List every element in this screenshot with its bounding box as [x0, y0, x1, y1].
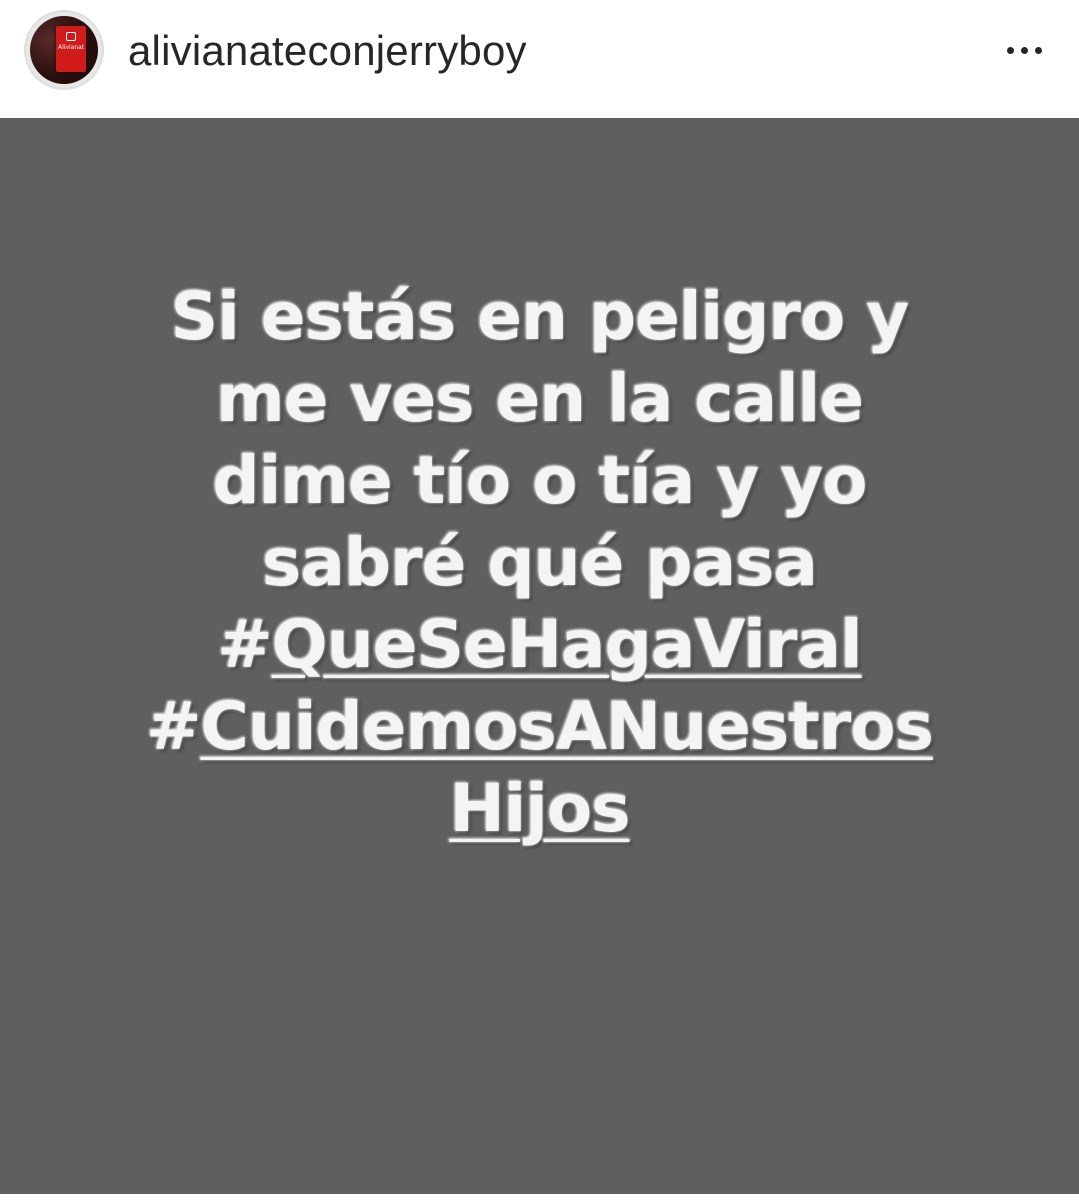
more-horizontal-icon — [1020, 46, 1028, 54]
hashtag-quesehagaviral: QueSeHagaViral — [271, 606, 863, 683]
bottom-divider — [0, 1194, 1079, 1200]
hashtag-line: #QueSeHagaViral — [0, 604, 1079, 686]
logo-icon — [66, 32, 76, 41]
image-text-line: Si estás en peligro y — [170, 278, 910, 355]
more-horizontal-icon — [1006, 46, 1014, 54]
hashtag-symbol: # — [217, 606, 272, 683]
instagram-post: Alivianate alivianateconjerryboy Si está… — [0, 0, 1079, 1200]
post-image-text: Si estás en peligro y me ves en la calle… — [0, 276, 1079, 850]
hashtag-line: Hijos — [0, 768, 1079, 850]
more-horizontal-icon — [1034, 46, 1042, 54]
post-header: Alivianate alivianateconjerryboy — [0, 0, 1079, 118]
hashtag-cuidemosanuestros: CuidemosANuestros — [200, 688, 934, 765]
more-options-button[interactable] — [996, 30, 1052, 70]
avatar[interactable]: Alivianate — [30, 16, 98, 84]
hashtag-continuation: Hijos — [449, 770, 630, 847]
image-text-line: sabré qué pasa — [262, 524, 818, 601]
avatar-logo: Alivianate — [56, 26, 86, 72]
hashtag-symbol: # — [146, 688, 201, 765]
image-text-line: me ves en la calle — [215, 360, 864, 437]
avatar-logo-text: Alivianate — [58, 44, 84, 51]
post-image[interactable]: Si estás en peligro y me ves en la calle… — [0, 118, 1079, 1194]
hashtag-line: #CuidemosANuestros — [0, 686, 1079, 768]
image-text-line: dime tío o tía y yo — [212, 442, 867, 519]
username-link[interactable]: alivianateconjerryboy — [128, 26, 527, 76]
